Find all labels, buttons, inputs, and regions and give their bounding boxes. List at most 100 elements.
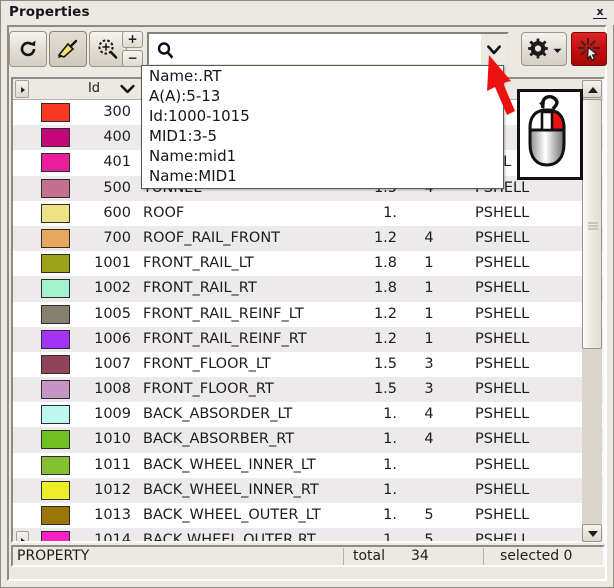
row-color-swatch[interactable] [41, 430, 70, 450]
row-color-swatch[interactable] [41, 506, 70, 525]
cell-name: BACK WHEEL OUTER RT [143, 532, 316, 541]
row-color-swatch[interactable] [41, 304, 70, 324]
dropdown-item[interactable]: A(A):5-13 [142, 86, 503, 106]
cell-mid [411, 201, 447, 226]
cell-id: 1008 [94, 381, 131, 398]
table-row[interactable]: 1007 FRONT_FLOOR_LT 1.5 3 PSHELL [13, 352, 603, 377]
table-row[interactable]: 1014 BACK WHEEL OUTER RT 1. 5 PSHELL [13, 528, 603, 541]
row-color-swatch[interactable] [41, 178, 70, 198]
cell-thickness: 1.8 [373, 255, 397, 272]
row-color-swatch[interactable] [41, 531, 70, 541]
refresh-button[interactable] [9, 31, 47, 67]
dropdown-item[interactable]: MID1:3-5 [142, 126, 503, 146]
pick-entities-button[interactable] [571, 32, 607, 66]
search-input[interactable] [179, 38, 483, 64]
cell-thickness: 1. [383, 204, 397, 221]
header-expand-nub[interactable] [15, 80, 29, 98]
table-row[interactable]: 1002 FRONT_RAIL_RT 1.8 1 PSHELL [13, 276, 603, 302]
row-color-swatch[interactable] [41, 354, 70, 374]
cell-thickness: 1. [383, 507, 397, 523]
cell-id: 700 [103, 229, 131, 246]
search-dropdown-toggle[interactable] [481, 34, 507, 64]
search-history-dropdown[interactable]: Name:.RT A(A):5-13 Id:1000-1015 MID1:3-5 Nam… [141, 65, 504, 189]
dropdown-item[interactable]: Name:mid1 [142, 146, 503, 166]
table-row[interactable]: 1006 FRONT_RAIL_REINF_RT 1.2 1 PSHELL [13, 326, 603, 352]
table-row[interactable]: 1009 BACK_ABSORDER_LT 1. 4 PSHELL [13, 402, 603, 427]
table-row[interactable]: 700 ROOF_RAIL_FRONT 1.2 4 PSHELL [13, 225, 603, 252]
cell-name: FRONT_FLOOR_RT [143, 381, 274, 398]
table-row[interactable]: 1010 BACK_ABSORBER_RT 1. 4 PSHELL [13, 427, 603, 453]
cell-thickness: 1. [383, 431, 397, 448]
row-color-swatch[interactable] [41, 203, 70, 223]
column-header-id[interactable]: Id [65, 79, 123, 99]
search-combobox[interactable] [147, 32, 509, 66]
row-color-swatch[interactable] [41, 128, 70, 148]
cell-type: PSHELL [475, 204, 530, 221]
zoom-out-button[interactable]: − [122, 50, 143, 67]
dropdown-item[interactable]: Name:MID1 [142, 166, 503, 186]
table-row[interactable]: 1005 FRONT_RAIL_REINF_LT 1.2 1 PSHELL [13, 302, 603, 327]
cell-thickness: 1. [383, 456, 397, 473]
cell-thickness: 1.5 [373, 355, 397, 372]
cell-name: BACK_ABSORBER_RT [143, 431, 295, 448]
cell-mid: 4 [424, 406, 434, 423]
cell-mid: 5 [424, 532, 434, 541]
row-expand-nub[interactable] [16, 531, 29, 541]
row-color-swatch[interactable] [41, 153, 70, 173]
cell-thickness: 1.2 [373, 330, 397, 347]
cell-mid [411, 478, 447, 503]
row-color-swatch[interactable] [41, 103, 70, 122]
close-window-button[interactable]: x [592, 4, 608, 19]
table-row[interactable]: 1011 BACK_WHEEL_INNER_LT 1. PSHELL [13, 453, 603, 478]
dropdown-item[interactable]: Name:.RT [142, 66, 503, 86]
table-vertical-scrollbar[interactable] [582, 80, 602, 542]
window-title: Properties [9, 4, 90, 20]
scroll-up-button[interactable] [582, 80, 602, 98]
pick-cursor-icon [577, 37, 601, 65]
table-row[interactable]: 1013 BACK_WHEEL_OUTER_LT 1. 5 PSHELL [13, 503, 603, 528]
cell-id: 300 [103, 104, 131, 120]
row-color-swatch[interactable] [41, 279, 70, 299]
cell-thickness: 1.5 [373, 381, 397, 398]
dropdown-item[interactable]: Id:1000-1015 [142, 106, 503, 126]
cell-name: BACK_WHEEL_INNER_LT [143, 456, 316, 473]
cell-name: FRONT_FLOOR_LT [143, 355, 271, 372]
cell-name: BACK_WHEEL_INNER_RT [143, 481, 319, 498]
cell-type: PSHELL [475, 507, 530, 523]
row-color-swatch[interactable] [41, 329, 70, 349]
highlight-paint-button[interactable] [49, 31, 87, 67]
cell-thickness: 1.2 [373, 305, 397, 322]
table-row[interactable]: 1001 FRONT_RAIL_LT 1.8 1 PSHELL [13, 251, 603, 276]
row-color-swatch[interactable] [41, 254, 70, 274]
cell-type: PSHELL [475, 456, 530, 473]
zoom-in-button[interactable]: + [122, 31, 143, 48]
scrollbar-thumb[interactable] [582, 99, 602, 349]
row-color-swatch[interactable] [41, 228, 70, 248]
row-color-swatch[interactable] [41, 455, 70, 475]
table-row[interactable]: 1012 BACK_WHEEL_INNER_RT 1. PSHELL [13, 477, 603, 503]
scroll-down-button[interactable] [582, 524, 602, 542]
settings-menu-button[interactable] [521, 32, 567, 66]
cell-name: FRONT_RAIL_REINF_LT [143, 305, 304, 322]
cell-id: 1009 [94, 406, 131, 423]
table-row[interactable]: 1008 FRONT_FLOOR_RT 1.5 3 PSHELL [13, 377, 603, 403]
cell-name: FRONT_RAIL_LT [143, 255, 254, 272]
status-total-value: 34 [411, 548, 429, 564]
sort-chevron-down-icon[interactable] [118, 79, 136, 99]
cell-id: 1010 [94, 431, 131, 448]
row-color-swatch[interactable] [41, 380, 70, 400]
window-titlebar: Properties x [1, 1, 614, 25]
cell-type: PSHELL [475, 381, 530, 398]
cell-thickness: 1. [383, 406, 397, 423]
cell-mid: 3 [424, 381, 434, 398]
zoom-step-group: + − [122, 31, 143, 67]
cell-id: 1013 [94, 507, 131, 523]
cell-mid: 3 [424, 355, 434, 372]
row-color-swatch[interactable] [41, 480, 70, 500]
cell-id: 1014 [94, 532, 131, 541]
table-row[interactable]: 600 ROOF 1. PSHELL [13, 201, 603, 226]
cell-name: ROOF_RAIL_FRONT [143, 229, 281, 246]
cell-id: 1001 [94, 255, 131, 272]
scrollbar-grip-icon [588, 221, 598, 230]
row-color-swatch[interactable] [41, 405, 70, 425]
